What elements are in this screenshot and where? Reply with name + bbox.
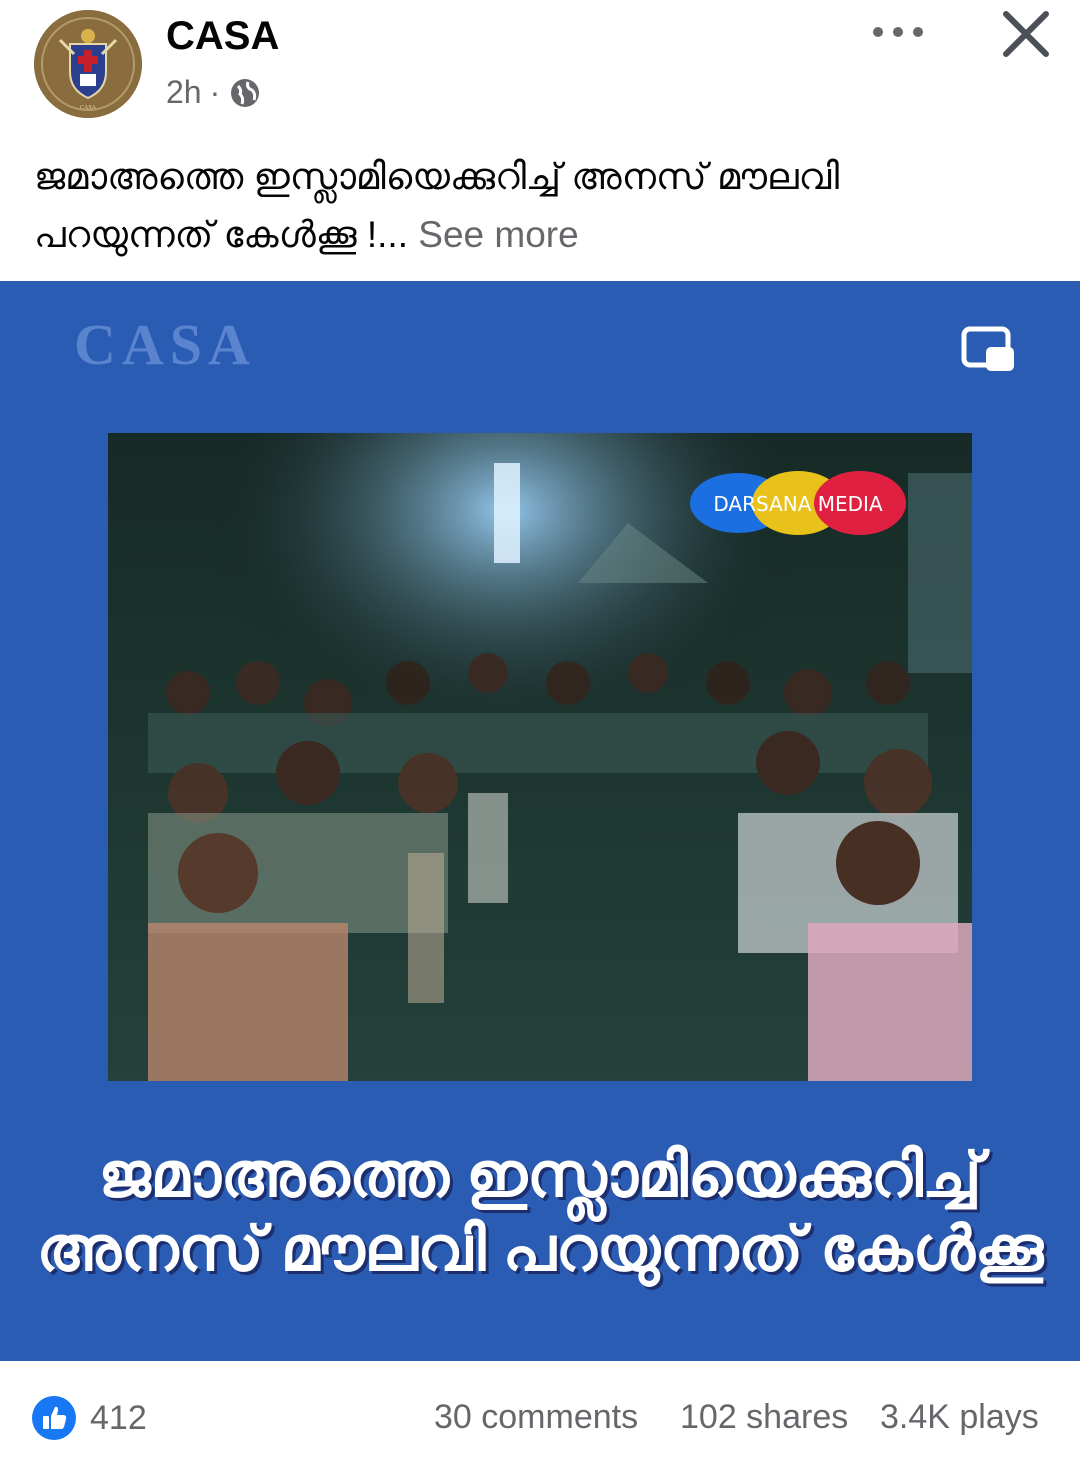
like-count: 412: [90, 1398, 147, 1437]
close-icon: [1003, 11, 1049, 57]
see-more-link[interactable]: See more: [418, 214, 578, 255]
channel-logo: DARSANA MEDIA: [690, 471, 906, 535]
watermark-text: CASA: [74, 312, 256, 377]
globe-icon: [231, 78, 260, 107]
author-name[interactable]: CASA: [166, 14, 279, 59]
caption-line-1: ജമാഅത്തെ ഇസ്ലാമിയെക്കുറിച്ച് അനസ് മൗലവി: [34, 156, 840, 197]
overlay-line-2: അനസ് മൗലവി പറയുന്നത് കേൾക്കൂ: [36, 1215, 1044, 1284]
svg-text:CASA: CASA: [80, 105, 97, 111]
video-player[interactable]: CASA DARSANA MEDIA ജമാഅത്തെ ഇസ്ലാമിയെക്ക…: [0, 281, 1080, 1361]
picture-in-picture-icon: [961, 326, 1014, 371]
close-button[interactable]: [996, 4, 1056, 64]
video-overlay-title: ജമാഅത്തെ ഇസ്ലാമിയെക്കുറിച്ച് അനസ് മൗലവി …: [0, 1139, 1080, 1287]
like-icon: [32, 1396, 76, 1440]
caption-line-2: പറയുന്നത് കേൾക്കൂ !... See more: [34, 206, 1044, 264]
post-header: CASA CASA 2h ·: [0, 0, 1080, 130]
video-frame: DARSANA MEDIA: [108, 433, 972, 1081]
plays-count: 3.4K plays: [880, 1398, 1039, 1436]
reaction-summary[interactable]: 412: [32, 1396, 147, 1440]
caption-text: പറയുന്നത് കേൾക്കൂ !...: [34, 214, 408, 255]
post-caption: ജമാഅത്തെ ഇസ്ലാമിയെക്കുറിച്ച് അനസ് മൗലവി …: [34, 148, 1044, 264]
casa-crest-logo: CASA: [34, 10, 142, 118]
engagement-bar: 412 30 comments 102 shares 3.4K plays: [0, 1362, 1080, 1464]
overlay-line-1: ജമാഅത്തെ ഇസ്ലാമിയെക്കുറിച്ച്: [98, 1141, 982, 1210]
svg-text:DARSANA MEDIA: DARSANA MEDIA: [713, 492, 883, 516]
post-meta: 2h ·: [166, 74, 262, 111]
meta-separator: ·: [209, 74, 221, 110]
avatar[interactable]: CASA: [34, 10, 142, 118]
audience-scene-image: DARSANA MEDIA: [108, 433, 972, 1081]
post-time[interactable]: 2h: [166, 74, 202, 111]
picture-in-picture-button[interactable]: [960, 325, 1018, 375]
more-options-button[interactable]: [866, 12, 930, 52]
comments-count[interactable]: 30 comments: [434, 1398, 638, 1437]
shares-count[interactable]: 102 shares: [680, 1398, 848, 1437]
more-icon: [873, 27, 923, 37]
